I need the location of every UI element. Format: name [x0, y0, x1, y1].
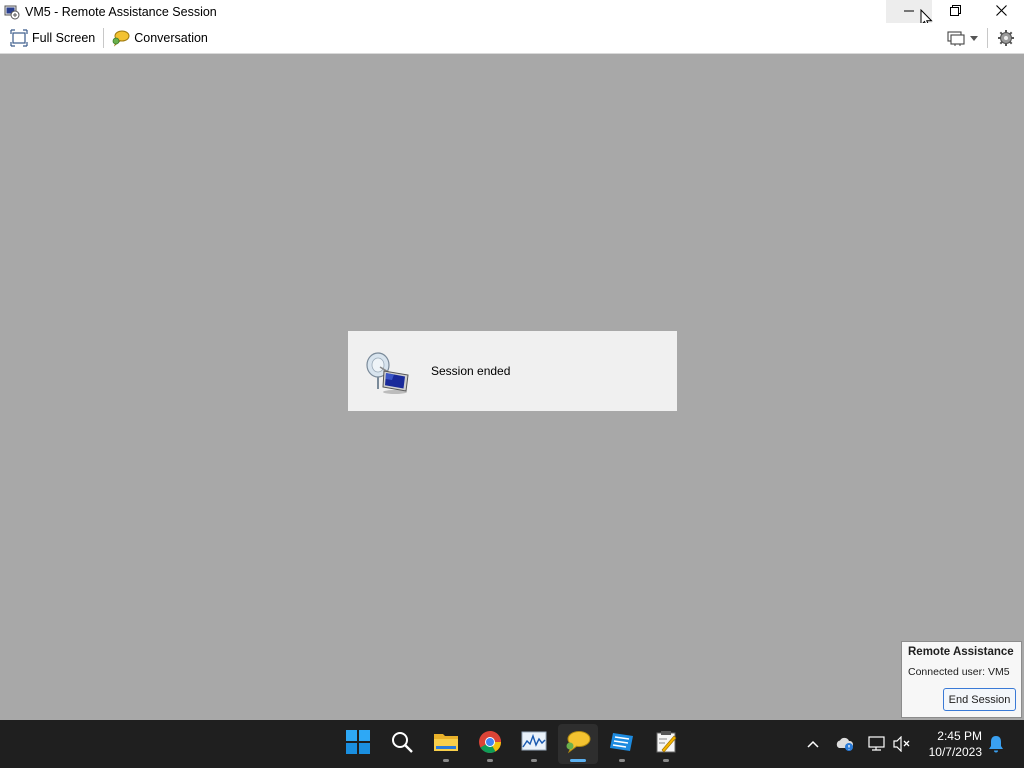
restore-button[interactable] — [932, 0, 978, 23]
start-button[interactable] — [338, 724, 378, 764]
remote-assistance-taskbar-button[interactable] — [558, 724, 598, 764]
running-indicator — [487, 759, 493, 762]
chrome-icon — [478, 730, 502, 759]
full-screen-label: Full Screen — [32, 31, 96, 45]
task-manager-button[interactable] — [514, 724, 554, 764]
minimize-icon — [904, 3, 914, 21]
chevron-up-icon[interactable] — [803, 734, 823, 754]
toolbar-separator-right — [987, 28, 988, 48]
window-title-bar: VM5 - Remote Assistance Session — [0, 0, 1024, 23]
restore-icon — [949, 3, 961, 21]
full-screen-icon — [10, 29, 28, 47]
notification-bell-icon[interactable] — [986, 734, 1006, 754]
blue-app-button[interactable] — [602, 724, 642, 764]
chat-bubble-icon — [565, 730, 591, 759]
connected-user-label: Connected user: VM5 — [908, 666, 1010, 678]
close-icon — [995, 3, 1007, 21]
close-button[interactable] — [978, 0, 1024, 23]
end-session-button[interactable]: End Session — [943, 688, 1016, 711]
conversation-button[interactable]: Conversation — [106, 26, 214, 50]
session-status-message: Session ended — [431, 364, 511, 378]
search-icon — [390, 730, 414, 759]
folder-icon — [433, 731, 459, 758]
running-indicator — [531, 759, 537, 762]
windows-logo-icon — [346, 729, 370, 759]
chrome-button[interactable] — [470, 724, 510, 764]
full-screen-button[interactable]: Full Screen — [4, 26, 101, 50]
conversation-label: Conversation — [134, 31, 208, 45]
gear-icon[interactable] — [994, 27, 1018, 49]
toolbar: Full Screen Conversation — [0, 23, 1024, 54]
blue-app-icon — [609, 730, 635, 759]
onedrive-cloud-icon[interactable] — [835, 734, 855, 754]
notepad-app-icon — [654, 730, 678, 759]
remote-assistance-panel: Remote Assistance Connected user: VM5 En… — [901, 641, 1022, 718]
taskbar — [0, 720, 1024, 768]
running-indicator — [619, 759, 625, 762]
chevron-down-icon[interactable] — [967, 27, 981, 49]
taskbar-clock[interactable]: 2:45 PM 10/7/2023 — [920, 728, 982, 760]
session-ended-dialog: Session ended — [348, 331, 677, 411]
file-explorer-button[interactable] — [426, 724, 466, 764]
network-icon[interactable] — [867, 734, 887, 754]
clock-time: 2:45 PM — [937, 729, 982, 743]
running-indicator — [663, 759, 669, 762]
remote-assistance-app-icon[interactable] — [4, 4, 20, 20]
toolbar-separator — [103, 28, 105, 48]
active-indicator — [570, 759, 586, 762]
taskbar-search-button[interactable] — [382, 724, 422, 764]
running-indicator — [443, 759, 449, 762]
window-title: VM5 - Remote Assistance Session — [25, 4, 217, 19]
remote-assistance-title: Remote Assistance — [908, 646, 1014, 658]
clock-date: 10/7/2023 — [928, 745, 982, 759]
display-settings-icon[interactable] — [945, 27, 967, 49]
remote-computer-satellite-icon — [364, 347, 412, 395]
performance-monitor-icon — [521, 731, 547, 758]
volume-muted-icon[interactable] — [892, 734, 912, 754]
notepad-app-button[interactable] — [646, 724, 686, 764]
conversation-icon — [112, 29, 130, 47]
